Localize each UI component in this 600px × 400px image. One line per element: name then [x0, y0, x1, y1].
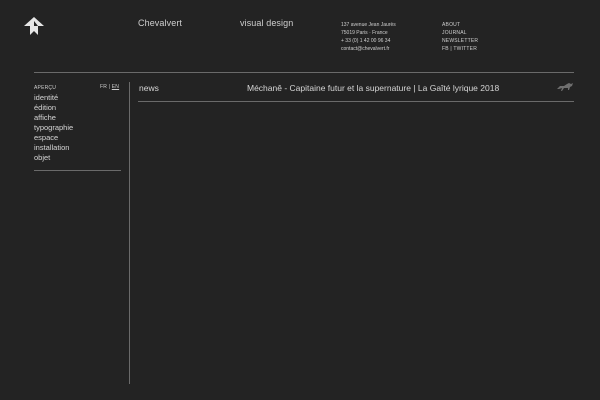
facebook-link[interactable]: FB	[442, 46, 449, 52]
link-separator: |	[450, 46, 452, 52]
sidebar-item-edition[interactable]: édition	[34, 103, 73, 113]
horse-icon	[557, 83, 573, 91]
sidebar-item-espace[interactable]: espace	[34, 133, 73, 143]
sidebar-item-affiche[interactable]: affiche	[34, 113, 73, 123]
address-line2: 75019 Paris · France	[341, 30, 388, 36]
phone-number: + 33 (0) 1 42 00 96 34	[341, 38, 391, 44]
tagline: visual design	[240, 18, 294, 28]
sidebar-item-identite[interactable]: identité	[34, 93, 73, 103]
email-link[interactable]: contact@chevalvert.fr	[341, 45, 396, 53]
lang-en[interactable]: EN	[112, 84, 119, 90]
top-links: ABOUT JOURNAL NEWSLETTER FB | TWITTER	[442, 21, 478, 53]
twitter-link[interactable]: TWITTER	[453, 46, 477, 52]
about-link[interactable]: ABOUT	[442, 22, 460, 28]
sidebar-item-typographie[interactable]: typographie	[34, 123, 73, 133]
sidebar-item-installation[interactable]: installation	[34, 143, 73, 153]
lang-separator: |	[108, 84, 111, 90]
chevalvert-logo-icon[interactable]	[24, 17, 44, 35]
contact-block: 137 avenue Jean Jaurès 75019 Paris · Fra…	[341, 21, 396, 53]
language-switcher: FR | EN	[100, 84, 119, 90]
brand-name[interactable]: Chevalvert	[138, 18, 182, 28]
page: Chevalvert visual design 137 avenue Jean…	[0, 0, 600, 400]
top-divider	[34, 72, 574, 73]
sidebar-nav: identité édition affiche typographie esp…	[34, 93, 73, 163]
address-line1: 137 avenue Jean Jaurès	[341, 22, 396, 28]
news-headline[interactable]: Méchanê - Capitaine futur et la supernat…	[247, 83, 499, 93]
sidebar-heading[interactable]: APERÇU	[34, 85, 56, 91]
headline-divider	[138, 101, 574, 102]
newsletter-link[interactable]: NEWSLETTER	[442, 38, 478, 44]
section-label: news	[139, 83, 159, 93]
sidebar-item-objet[interactable]: objet	[34, 153, 73, 163]
column-divider	[129, 82, 130, 384]
sidebar-divider	[34, 170, 121, 171]
journal-link[interactable]: JOURNAL	[442, 30, 467, 36]
lang-fr[interactable]: FR	[100, 84, 107, 90]
